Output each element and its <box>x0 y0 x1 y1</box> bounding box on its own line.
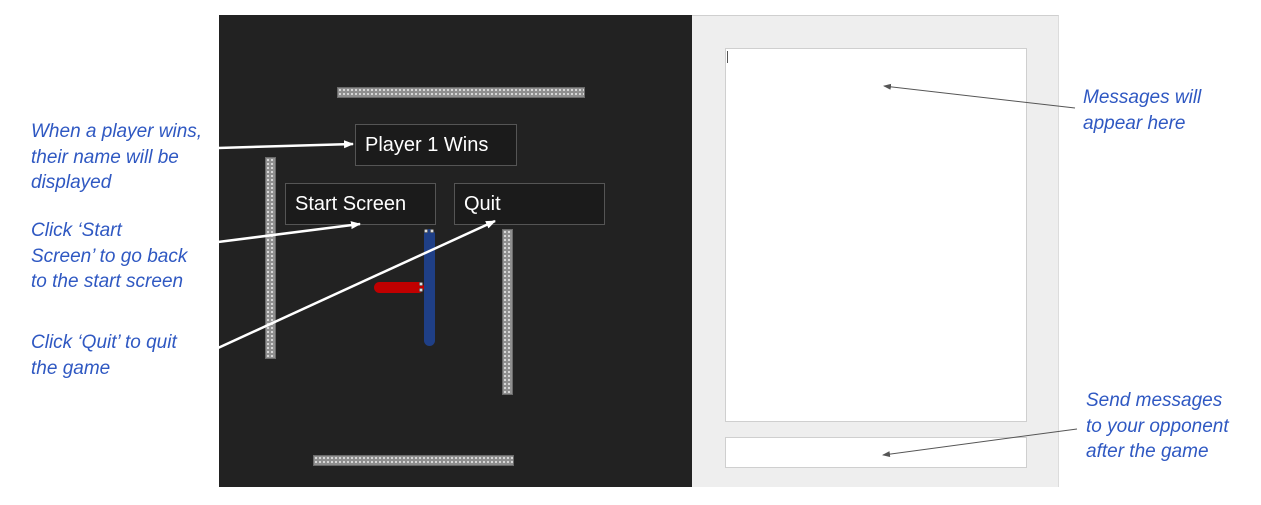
blue-snake-eye <box>430 229 434 233</box>
message-input[interactable] <box>725 437 1027 468</box>
wall-bottom <box>313 455 514 466</box>
wall-top <box>337 87 585 98</box>
quit-annotation: Click ‘Quit’ to quit the game <box>31 332 177 379</box>
wall-right <box>502 229 513 395</box>
red-snake-eye <box>419 288 423 292</box>
messages-annotation: Messages will appear here <box>1083 87 1202 134</box>
winner-annotation: When a player wins, their name will be d… <box>31 121 203 193</box>
player-blue-snake <box>424 229 435 346</box>
quit-button[interactable]: Quit <box>454 183 605 225</box>
wall-left <box>265 157 276 359</box>
start-screen-annotation: Click ‘Start Screen’ to go back to the s… <box>31 220 188 292</box>
winner-banner: Player 1 Wins <box>355 124 517 166</box>
player-red-snake <box>374 282 424 293</box>
red-snake-eye <box>419 282 423 286</box>
message-display[interactable] <box>725 48 1027 422</box>
blue-snake-eye <box>424 229 428 233</box>
send-annotation: Send messages to your opponent after the… <box>1086 390 1229 462</box>
start-screen-button[interactable]: Start Screen <box>285 183 436 225</box>
game-board <box>219 15 692 487</box>
